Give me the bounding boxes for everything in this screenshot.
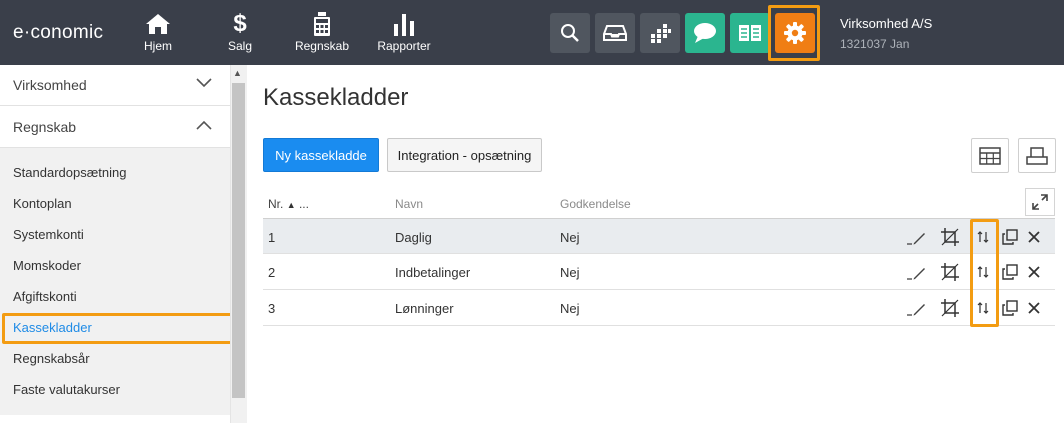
delete-icon[interactable] [1024,227,1044,247]
main-content: Kassekladder Ny kassekladde Integration … [248,65,1064,423]
table-row[interactable]: 1 Daglig Nej [263,218,1055,254]
nav-home[interactable]: Hjem [118,10,198,53]
chat-icon [694,23,716,43]
scroll-up-arrow-icon[interactable]: ▲ [233,68,242,78]
sidebar-scroll-thumb[interactable] [232,83,245,398]
book-icon [739,25,761,41]
row-nr: 1 [268,230,276,245]
bar-chart-icon [364,10,444,38]
sidebar-submenu: Standardopsætning Kontoplan Systemkonti … [0,148,230,415]
page-title: Kassekladder [263,84,409,111]
row-navn[interactable]: Daglig [395,230,432,245]
row-nr: 3 [268,301,276,316]
nav-home-label: Hjem [143,39,172,53]
sidebar-item-systemkonti[interactable]: Systemkonti [13,227,84,242]
row-nr: 2 [268,265,276,280]
table-icon [979,146,1001,165]
inbox-icon [603,25,627,41]
sort-column-highlight [970,219,999,327]
edit-icon[interactable] [906,262,926,282]
table-row[interactable]: 2 Indbetalinger Nej [263,254,1055,290]
copy-icon[interactable] [1000,298,1020,318]
calculator-icon [282,10,362,38]
sidebar-item-kontoplan[interactable]: Kontoplan [13,196,72,211]
row-godkendelse: Nej [560,301,580,316]
apps-icon [651,24,671,43]
nav-accounting-label: Regnskab [294,39,350,53]
sidebar-section-virksomhed[interactable]: Virksomhed [0,65,230,106]
expand-icon [1032,194,1048,210]
dollar-icon: $ [233,10,247,37]
row-navn[interactable]: Indbetalinger [395,265,470,280]
nav-sales-label: Salg [227,39,253,53]
help-book-button[interactable] [730,13,770,53]
sidebar-section-label: Virksomhed [13,77,87,93]
chevron-up-icon [196,120,212,130]
crop-icon[interactable] [940,298,960,318]
print-button[interactable] [1018,138,1056,173]
sidebar-item-momskoder[interactable]: Momskoder [13,258,81,273]
delete-icon[interactable] [1024,298,1044,318]
home-icon [118,10,198,38]
column-header-navn[interactable]: Navn [395,197,423,211]
sidebar-item-regnskabsaar[interactable]: Regnskabsår [13,351,90,366]
sidebar-section-regnskab[interactable]: Regnskab [0,107,230,148]
apps-button[interactable] [640,13,680,53]
nav-reports-label: Rapporter [377,39,431,53]
crop-icon[interactable] [940,227,960,247]
top-bar: e·conomic Hjem $ Salg Regnskab Rapporter… [0,0,1064,65]
nav-reports[interactable]: Rapporter [364,10,444,53]
sidebar-item-standardopsaetning[interactable]: Standardopsætning [13,165,126,180]
table-row[interactable]: 3 Lønninger Nej [263,290,1055,326]
inbox-button[interactable] [595,13,635,53]
copy-icon[interactable] [1000,262,1020,282]
column-header-nr-label: Nr. [268,197,284,211]
settings-highlight [768,5,820,61]
column-header-nr[interactable]: Nr. ▲ ... [268,197,309,211]
edit-icon[interactable] [906,227,926,247]
sidebar-section-label: Regnskab [13,119,77,135]
sidebar-item-faste-valutakurser[interactable]: Faste valutakurser [13,382,120,397]
app-logo[interactable]: e·conomic [13,22,103,44]
row-godkendelse: Nej [560,230,580,245]
chat-button[interactable] [685,13,725,53]
sidebar-item-afgiftskonti[interactable]: Afgiftskonti [13,289,77,304]
delete-icon[interactable] [1024,262,1044,282]
expand-table-button[interactable] [1025,188,1055,216]
copy-icon[interactable] [1000,227,1020,247]
chevron-down-icon [196,78,212,88]
search-button[interactable] [550,13,590,53]
company-name[interactable]: Virksomhed A/S [840,16,932,31]
print-icon [1026,146,1048,165]
crop-icon[interactable] [940,262,960,282]
new-cashbook-button[interactable]: Ny kassekladde [263,138,379,172]
row-godkendelse: Nej [560,265,580,280]
company-user: 1321037 Jan [840,37,910,51]
sort-ascending-icon: ▲ [286,200,296,210]
sidebar-active-highlight [2,313,234,344]
nav-sales[interactable]: $ Salg [200,10,280,54]
column-settings-button[interactable] [971,138,1009,173]
column-header-more: ... [298,197,309,211]
row-navn[interactable]: Lønninger [395,301,454,316]
edit-icon[interactable] [906,298,926,318]
integration-setup-button[interactable]: Integration - opsætning [387,138,542,172]
search-icon [561,24,579,42]
sidebar: Virksomhed Regnskab Standardopsætning Ko… [0,65,230,423]
nav-accounting[interactable]: Regnskab [282,10,362,53]
column-header-godkendelse[interactable]: Godkendelse [560,197,631,211]
